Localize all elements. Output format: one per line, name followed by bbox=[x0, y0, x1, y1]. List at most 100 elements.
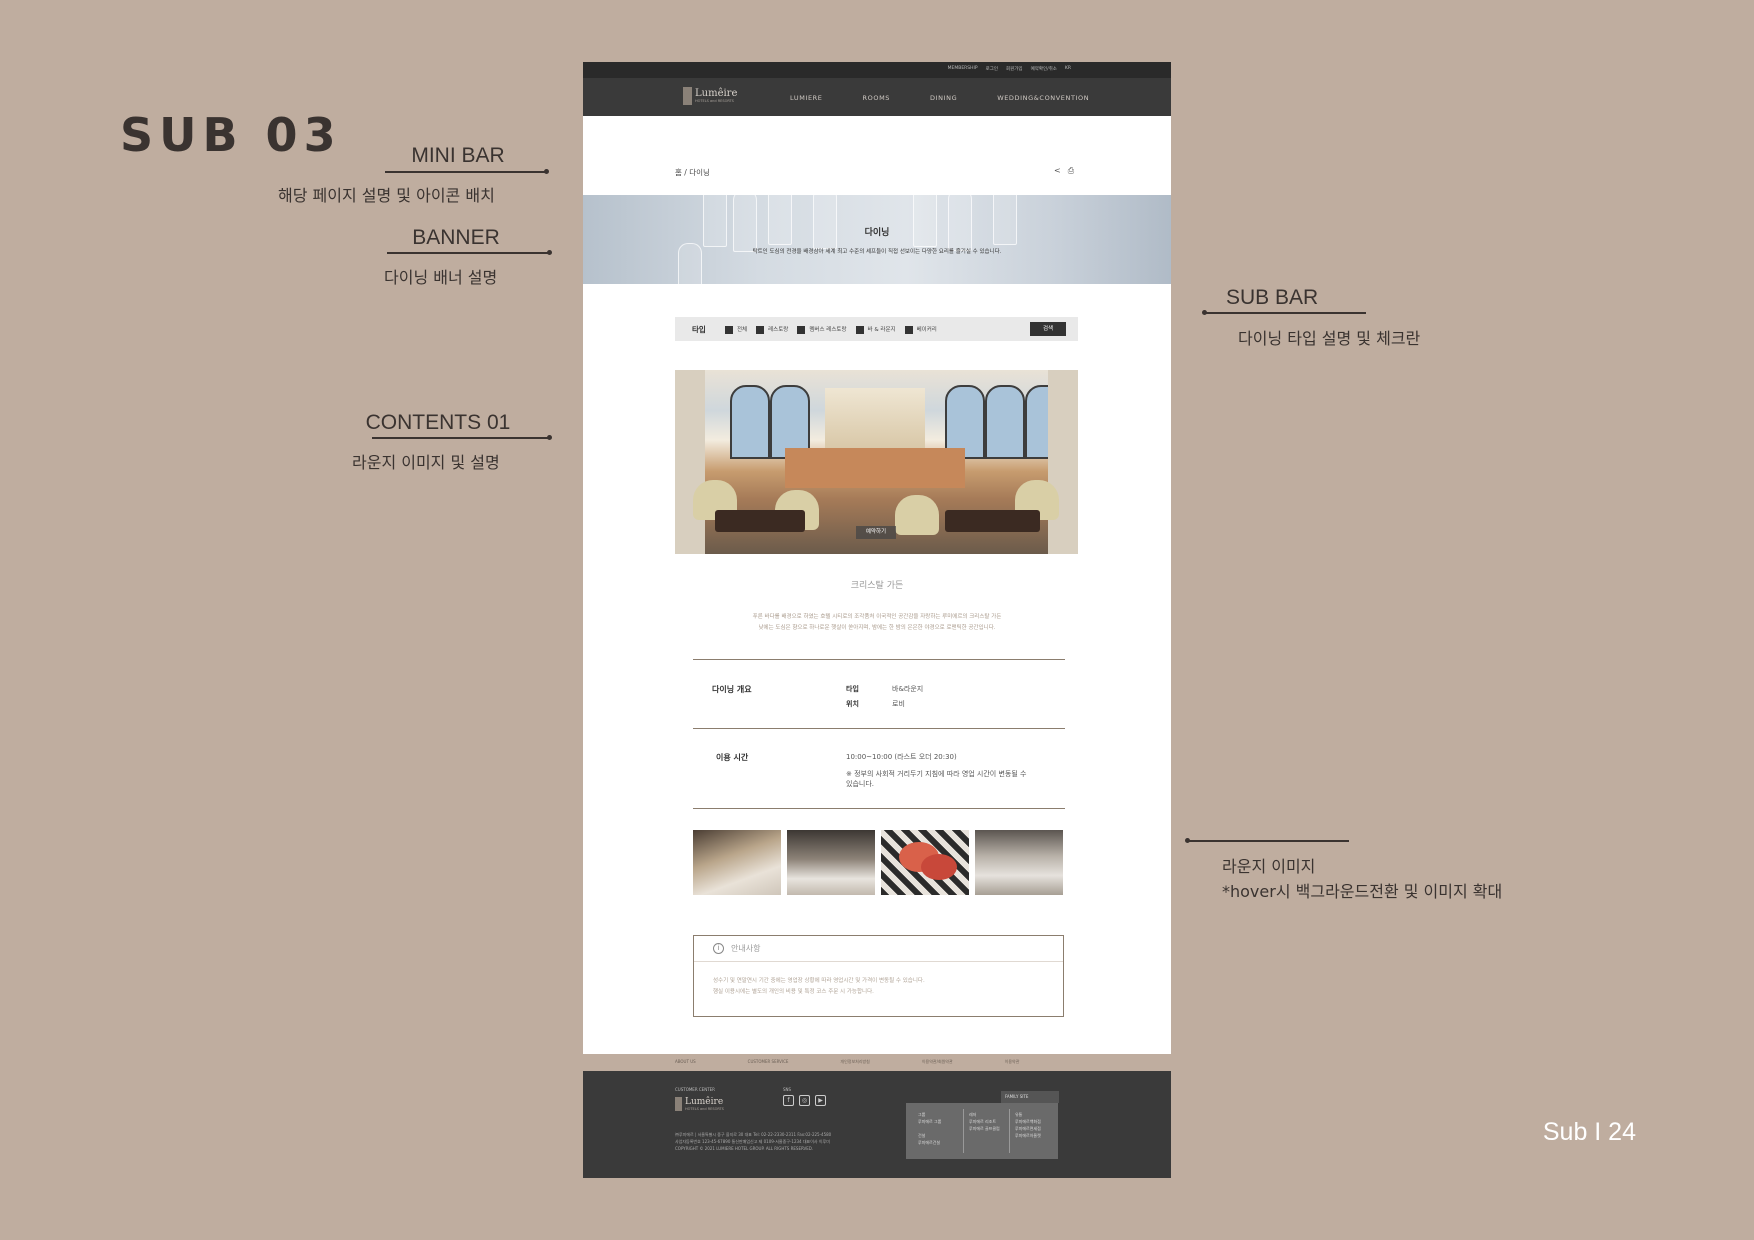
overview-key: 위치 bbox=[846, 700, 859, 708]
company-info-line: COPYRIGHT © 2021 LUMIERE HOTEL GROUP. AL… bbox=[675, 1146, 814, 1151]
type-label: 타입 bbox=[692, 325, 706, 334]
notice-line: 행실 이용시에는 별도의 개인의 비용 및 특정 코스 주문 시 가능합니다. bbox=[713, 989, 874, 995]
mini-bar-icons: < ⎙ bbox=[1054, 166, 1074, 176]
logo-icon bbox=[683, 87, 692, 105]
page-number: Sub I 24 bbox=[1542, 1118, 1636, 1146]
youtube-icon[interactable]: ▶ bbox=[815, 1095, 826, 1106]
family-col-retail: 유통 루미에르백화점 루미에르면세점 루미에르아울렛 bbox=[1015, 1112, 1041, 1138]
share-icon[interactable]: < bbox=[1054, 166, 1061, 176]
checkbox-all[interactable]: 전체 bbox=[725, 325, 747, 334]
annotation-banner-heading: BANNER bbox=[412, 226, 500, 249]
utility-links: MEMBERSHIP 로그인 회원가입 예약확인/취소 KR bbox=[948, 66, 1071, 72]
annotation-lounge-images-desc2: *hover시 백그라운드전환 및 이미지 확대 bbox=[1222, 882, 1503, 901]
overview-value: 로비 bbox=[892, 700, 905, 708]
annotation-contents01-desc: 라운지 이미지 및 설명 bbox=[352, 453, 500, 472]
footer-link[interactable]: CUSTOMER SERVICE bbox=[748, 1059, 789, 1065]
checkbox-bar-lounge[interactable]: 바 & 라운지 bbox=[855, 325, 896, 334]
annotation-contents01-heading: CONTENTS 01 bbox=[365, 411, 511, 434]
utility-link-signup[interactable]: 회원가입 bbox=[1006, 66, 1023, 72]
company-info-line: ㈜루미에르 | 서울특별시 중구 을지로 30 대표 Tel: 02-22-23… bbox=[675, 1132, 832, 1137]
nav-item-rooms[interactable]: ROOMS bbox=[863, 94, 890, 102]
nav-item-wedding[interactable]: WEDDING&CONVENTION bbox=[997, 94, 1089, 102]
facebook-icon[interactable]: f bbox=[783, 1095, 794, 1106]
footer-logo: Lumêire HOTELS and RESORTS bbox=[675, 1097, 724, 1111]
venue-description: 푸른 바다를 배경으로 하였는 호텔 시티로의 조각품처 이국적인 공간감을 자… bbox=[583, 612, 1171, 634]
hours-note: ※ 정부의 사회적 거리두기 지침에 따라 영업 시간이 변동될 수 bbox=[846, 770, 1027, 778]
reserve-button[interactable]: 예약하기 bbox=[856, 526, 896, 539]
logo-icon bbox=[675, 1097, 682, 1111]
logo[interactable]: Lumêire HOTELS and RESORTS bbox=[683, 87, 737, 105]
utility-link-login[interactable]: 로그인 bbox=[986, 66, 998, 72]
annotation-subbar-line bbox=[1202, 310, 1366, 315]
notice-title: 안내사항 bbox=[731, 944, 761, 953]
utility-link-membership[interactable]: MEMBERSHIP bbox=[948, 66, 978, 72]
footer-logo-sub: HOTELS and RESORTS bbox=[685, 1106, 724, 1111]
utility-link-language[interactable]: KR bbox=[1065, 66, 1071, 72]
logo-sub: HOTELS and RESORTS bbox=[695, 99, 734, 103]
annotation-subbar-heading: SUB BAR bbox=[1226, 286, 1319, 309]
annotation-minibar-heading: MINI BAR bbox=[411, 144, 505, 167]
instagram-icon[interactable]: ◎ bbox=[799, 1095, 810, 1106]
lounge-thumbnail[interactable] bbox=[693, 830, 781, 895]
annotation-lounge-images-line bbox=[1185, 838, 1349, 843]
checkbox-bakery[interactable]: 베이커리 bbox=[904, 325, 937, 334]
footer: CUSTOMER CENTER Lumêire HOTELS and RESOR… bbox=[583, 1071, 1171, 1178]
utility-link-reservation[interactable]: 예약확인/취소 bbox=[1031, 66, 1057, 72]
sns-label: SNS bbox=[783, 1087, 792, 1092]
sheet-title: SUB 03 bbox=[120, 108, 342, 162]
print-icon[interactable]: ⎙ bbox=[1068, 166, 1074, 176]
banner-desc: 탁트인 도심의 전경을 배경삼아 세계 최고 수준의 셰프들이 직접 선보이는 … bbox=[752, 249, 1002, 255]
notice-text: 성수기 및 연말연시 기간 중에는 영업장 상황에 따라 영업시간 및 가격이 … bbox=[713, 976, 925, 998]
nav-item-lumiere[interactable]: LUMIERE bbox=[790, 94, 823, 102]
logo-name: Lumêire bbox=[695, 88, 738, 99]
info-icon: i bbox=[713, 943, 724, 954]
overview-value: 바&라운지 bbox=[892, 685, 924, 693]
lounge-main-image: 예약하기 bbox=[675, 370, 1078, 554]
checkbox-restaurant[interactable]: 레스토랑 bbox=[756, 325, 788, 334]
footer-link[interactable]: 이용약관/회원약관 bbox=[922, 1059, 953, 1065]
family-site-panel: 그룹 루미에르 그룹 건설 루미에르건설 레저 루미에르 리조트 루미에르 골프… bbox=[906, 1103, 1058, 1159]
venue-name: 크리스탈 가든 bbox=[850, 581, 904, 591]
divider bbox=[693, 728, 1065, 729]
annotation-banner-desc: 다이닝 배너 설명 bbox=[384, 268, 498, 287]
lounge-thumbnail[interactable] bbox=[881, 830, 969, 895]
checkbox-members-restaurant[interactable]: 멤버스 레스토랑 bbox=[797, 325, 847, 334]
annotation-lounge-images-desc1: 라운지 이미지 bbox=[1222, 857, 1316, 876]
overview-heading: 다이닝 개요 bbox=[712, 685, 752, 694]
footer-link[interactable]: 개인정보처리방침 bbox=[840, 1059, 869, 1065]
footer-link[interactable]: 이용약관 bbox=[1005, 1059, 1020, 1065]
footer-link-strip: ABOUT US CUSTOMER SERVICE 개인정보처리방침 이용약관/… bbox=[583, 1054, 1171, 1071]
notice-box: i 안내사항 성수기 및 연말연시 기간 중에는 영업장 상황에 따라 영업시간… bbox=[693, 935, 1064, 1017]
dining-type-filter-bar: 타입 전체 레스토랑 멤버스 레스토랑 바 & 라운지 베이커리 검색 bbox=[675, 317, 1078, 341]
annotation-banner-line bbox=[387, 250, 552, 255]
website-mockup: MEMBERSHIP 로그인 회원가입 예약확인/취소 KR Lumêire H… bbox=[583, 62, 1171, 1178]
nav-item-dining[interactable]: DINING bbox=[930, 94, 957, 102]
annotation-subbar-desc: 다이닝 타입 설명 및 체크란 bbox=[1238, 329, 1421, 348]
notice-line: 성수기 및 연말연시 기간 중에는 영업장 상황에 따라 영업시간 및 가격이 … bbox=[713, 978, 925, 984]
lounge-thumbnail[interactable] bbox=[975, 830, 1063, 895]
company-info-line: 사업자등록번호 123-45-67890 통신판매업신고 제 0109-서울중구… bbox=[675, 1139, 830, 1144]
hours-note: 있습니다. bbox=[846, 780, 874, 788]
nav-menu: LUMIERE ROOMS DINING WEDDING&CONVENTION bbox=[790, 94, 1129, 102]
annotation-minibar-desc: 해당 페이지 설명 및 아이콘 배치 bbox=[278, 186, 495, 205]
lounge-thumbnail[interactable] bbox=[787, 830, 875, 895]
main-navbar: Lumêire HOTELS and RESORTS LUMIERE ROOMS… bbox=[583, 78, 1171, 116]
dining-banner: 다이닝 탁트인 도심의 전경을 배경삼아 세계 최고 수준의 셰프들이 직접 선… bbox=[583, 195, 1171, 284]
footer-links: ABOUT US CUSTOMER SERVICE 개인정보처리방침 이용약관/… bbox=[675, 1059, 1071, 1065]
company-info: ㈜루미에르 | 서울특별시 중구 을지로 30 대표 Tel: 02-22-23… bbox=[675, 1131, 831, 1152]
notice-header: i 안내사항 bbox=[694, 936, 1063, 962]
divider bbox=[693, 659, 1065, 660]
overview-key: 타입 bbox=[846, 685, 859, 693]
breadcrumb: 홈 / 다이닝 bbox=[675, 168, 710, 177]
family-divider bbox=[1009, 1109, 1010, 1153]
hours-heading: 이용 시간 bbox=[716, 753, 749, 762]
family-col-leisure: 레저 루미에르 리조트 루미에르 골프클럽 bbox=[969, 1112, 1000, 1131]
footer-link[interactable]: ABOUT US bbox=[675, 1059, 696, 1065]
search-button[interactable]: 검색 bbox=[1030, 322, 1066, 336]
venue-desc-line: 푸른 바다를 배경으로 하였는 호텔 시티로의 조각품처 이국적인 공간감을 자… bbox=[752, 614, 1002, 620]
hours-time: 10:00~10:00 (라스트 오더 20:30) bbox=[846, 753, 957, 761]
footer-logo-name: Lumêire bbox=[685, 1096, 724, 1107]
divider bbox=[693, 808, 1065, 809]
annotation-contents01-line bbox=[372, 435, 552, 440]
family-site-toggle[interactable]: FAMILY SITE bbox=[1001, 1091, 1059, 1103]
